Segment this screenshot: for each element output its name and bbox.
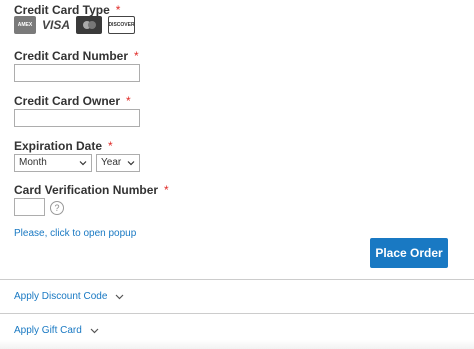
chevron-down-icon bbox=[127, 161, 135, 166]
gift-card-toggle[interactable]: Apply Gift Card bbox=[14, 325, 99, 336]
bottom-fade bbox=[0, 340, 474, 349]
mastercard-icon bbox=[76, 16, 102, 34]
required-mark: * bbox=[134, 49, 139, 63]
card-type-label-text: Credit Card Type bbox=[14, 3, 110, 17]
popup-link[interactable]: Please, click to open popup bbox=[14, 228, 136, 239]
discount-code-label: Apply Discount Code bbox=[14, 291, 108, 302]
chevron-down-icon bbox=[115, 294, 124, 299]
year-select[interactable]: Year bbox=[96, 154, 140, 172]
month-select[interactable]: Month bbox=[14, 154, 92, 172]
required-mark: * bbox=[108, 139, 113, 153]
expiration-label-text: Expiration Date bbox=[14, 139, 103, 153]
chevron-down-icon bbox=[90, 328, 99, 333]
month-selected: Month bbox=[19, 157, 47, 168]
gift-card-label: Apply Gift Card bbox=[14, 325, 82, 336]
visa-icon: VISA bbox=[42, 16, 70, 34]
card-owner-label-text: Credit Card Owner bbox=[14, 94, 121, 108]
discover-text: DISCOVER bbox=[108, 22, 135, 28]
amex-text: AMEX bbox=[17, 22, 33, 28]
card-type-label: Credit Card Type * bbox=[14, 3, 120, 17]
year-selected: Year bbox=[101, 157, 122, 168]
cvv-input[interactable] bbox=[14, 198, 45, 216]
amex-icon: AMEX bbox=[14, 16, 36, 34]
card-owner-label: Credit Card Owner * bbox=[14, 94, 131, 108]
card-number-label-text: Credit Card Number bbox=[14, 49, 129, 63]
discount-code-toggle[interactable]: Apply Discount Code bbox=[14, 291, 124, 302]
card-owner-input[interactable] bbox=[14, 109, 140, 127]
card-number-label: Credit Card Number * bbox=[14, 49, 139, 63]
mastercard-circle-right bbox=[87, 21, 96, 29]
card-type-icons: AMEX VISA DISCOVER bbox=[14, 16, 135, 34]
place-order-label: Place Order bbox=[375, 246, 443, 260]
place-order-button[interactable]: Place Order bbox=[370, 238, 448, 268]
card-number-input[interactable] bbox=[14, 64, 140, 82]
required-mark: * bbox=[164, 183, 169, 197]
cvv-label-text: Card Verification Number bbox=[14, 183, 159, 197]
chevron-down-icon bbox=[79, 161, 87, 166]
cvv-label: Card Verification Number * bbox=[14, 183, 169, 197]
help-icon[interactable]: ? bbox=[50, 201, 64, 215]
required-mark: * bbox=[115, 3, 121, 17]
divider bbox=[0, 279, 474, 280]
visa-text: VISA bbox=[42, 18, 71, 32]
required-mark: * bbox=[126, 94, 131, 108]
expiration-label: Expiration Date * bbox=[14, 139, 113, 153]
discover-icon: DISCOVER bbox=[108, 16, 135, 34]
divider bbox=[0, 313, 474, 314]
